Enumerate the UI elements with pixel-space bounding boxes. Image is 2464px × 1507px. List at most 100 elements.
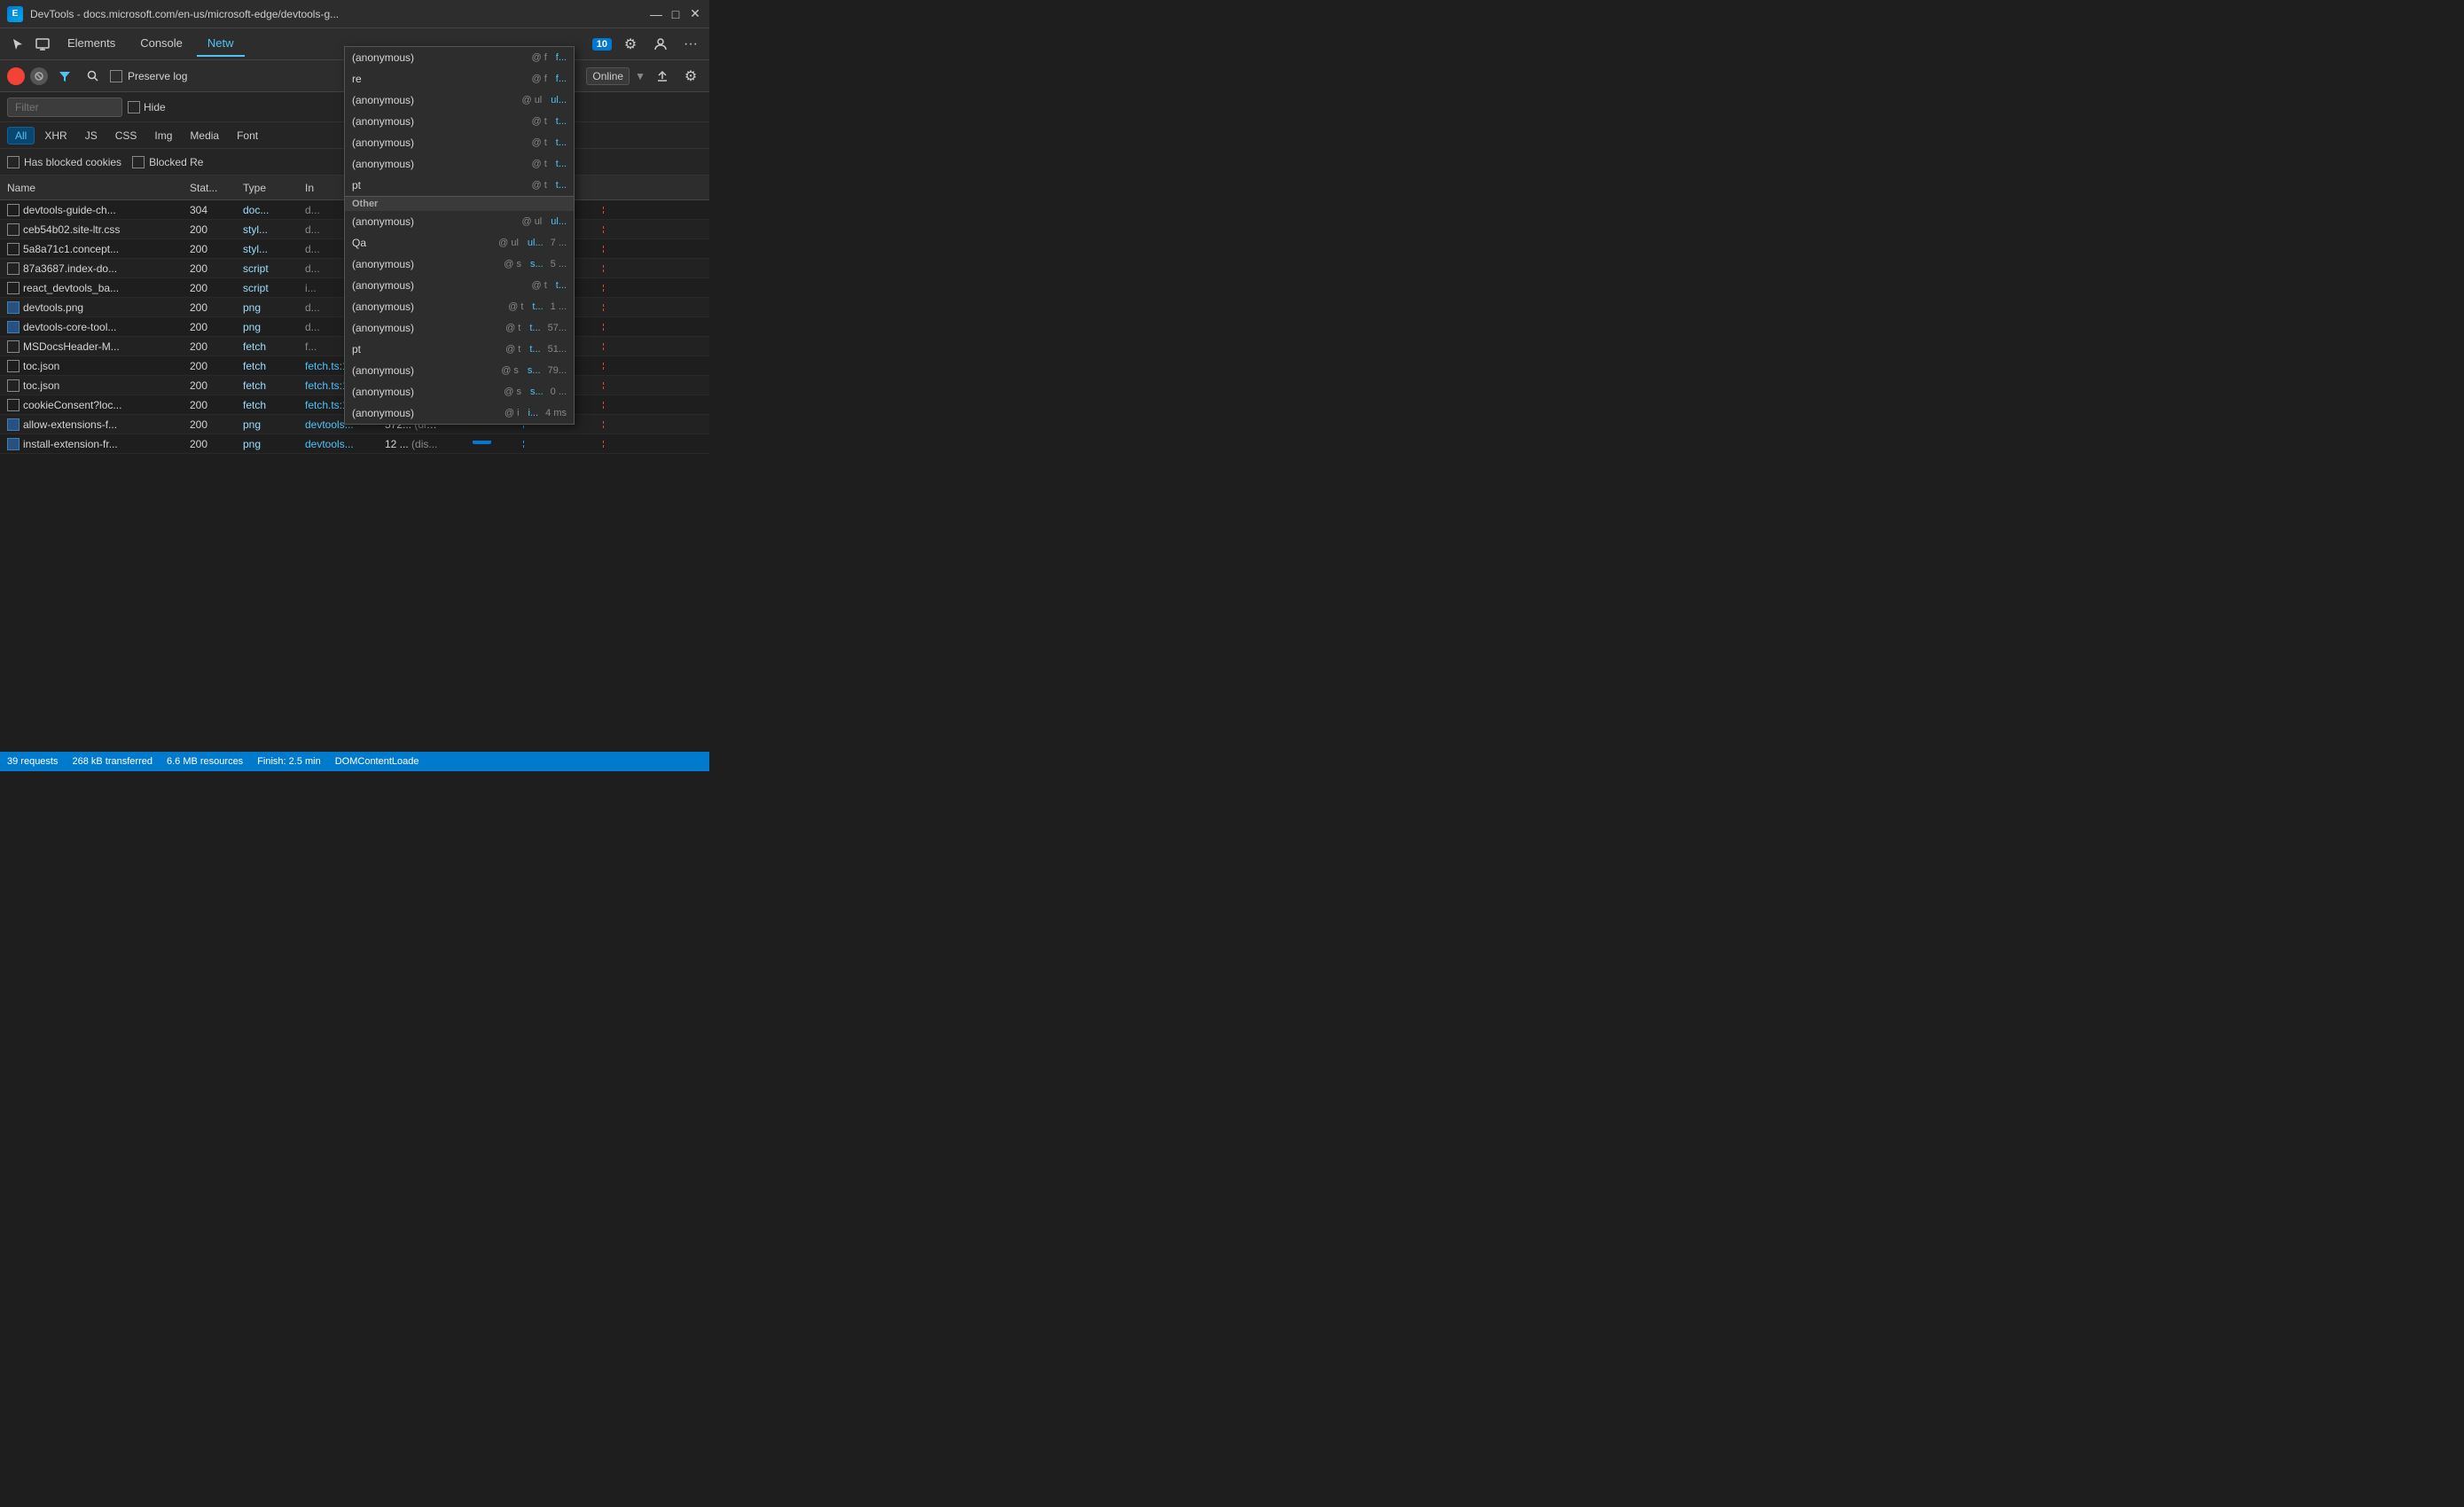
cursor-icon[interactable] (7, 34, 28, 55)
stop-button[interactable] (30, 67, 48, 85)
dropdown-item[interactable]: (anonymous) @ ul ul... (345, 211, 574, 232)
dropdown-item[interactable]: (anonymous) @ t t... (345, 132, 574, 153)
resources-size: 6.6 MB resources (167, 756, 243, 767)
cell-type: script (239, 262, 301, 275)
cell-type: styl... (239, 243, 301, 255)
cell-type: png (239, 438, 301, 450)
cell-name: ceb54b02.site-ltr.css (0, 223, 186, 236)
dropdown-item[interactable]: (anonymous) @ t t... 1 ... (345, 296, 574, 317)
blocked-re-check[interactable]: Blocked Re (132, 156, 203, 168)
minimize-button[interactable]: — (649, 7, 663, 21)
dropdown-item[interactable]: (anonymous) @ ul ul... (345, 90, 574, 111)
dropdown-item[interactable]: (anonymous) @ t t... (345, 275, 574, 296)
file-icon (7, 282, 20, 294)
cell-status: 200 (186, 282, 239, 294)
hide-data-urls-check[interactable]: Hide (128, 101, 166, 113)
blocked-cookies-label: Has blocked cookies (24, 156, 121, 168)
cell-type: doc... (239, 204, 301, 216)
search-icon[interactable] (82, 65, 105, 88)
dropdown-item[interactable]: (anonymous) @ s s... 79... (345, 360, 574, 381)
window-controls: — □ ✕ (649, 7, 702, 21)
hide-label: Hide (144, 101, 166, 113)
filter-input[interactable] (7, 98, 122, 117)
cell-status: 304 (186, 204, 239, 216)
dropdown-item[interactable]: pt @ t t... (345, 175, 574, 196)
upload-icon[interactable] (651, 65, 674, 88)
record-button[interactable] (7, 67, 25, 85)
dropdown-section-other: Other (345, 196, 574, 211)
file-icon (7, 243, 20, 255)
cell-name: devtools.png (0, 301, 186, 314)
preserve-log-label: Preserve log (128, 70, 187, 82)
type-btn-js[interactable]: JS (77, 127, 106, 144)
type-btn-media[interactable]: Media (182, 127, 227, 144)
type-btn-xhr[interactable]: XHR (36, 127, 74, 144)
blocked-re-checkbox[interactable] (132, 156, 145, 168)
dropdown-item[interactable]: re @ f f... (345, 68, 574, 90)
cell-type: fetch (239, 399, 301, 411)
file-icon (7, 399, 20, 411)
cell-waterfall (443, 441, 709, 448)
cell-name: allow-extensions-f... (0, 418, 186, 431)
throttling-select[interactable]: Online (586, 67, 630, 85)
cell-status: 200 (186, 321, 239, 333)
tab-elements[interactable]: Elements (57, 31, 126, 57)
preserve-log-checkbox[interactable] (110, 70, 122, 82)
more-icon[interactable]: ··· (679, 33, 702, 56)
file-icon (7, 360, 20, 372)
cell-type: fetch (239, 360, 301, 372)
file-icon (7, 223, 20, 236)
file-icon (7, 438, 20, 450)
dropdown-item[interactable]: (anonymous) @ t t... (345, 111, 574, 132)
cell-name: cookieConsent?loc... (0, 399, 186, 411)
col-header-status[interactable]: Stat... (186, 182, 239, 194)
app-icon: E (7, 6, 23, 22)
transferred-size: 268 kB transferred (72, 756, 153, 767)
close-button[interactable]: ✕ (688, 7, 702, 21)
net-toolbar-right: Online ▼ ⚙ (586, 65, 702, 88)
type-btn-css[interactable]: CSS (107, 127, 145, 144)
blocked-cookies-check[interactable]: Has blocked cookies (7, 156, 121, 168)
dropdown-item[interactable]: (anonymous) @ t t... 57... (345, 317, 574, 339)
type-btn-all[interactable]: All (7, 127, 35, 144)
cell-status: 200 (186, 438, 239, 450)
tab-network[interactable]: Netw (197, 31, 245, 57)
screen-icon[interactable] (32, 34, 53, 55)
dropdown-item[interactable]: (anonymous) @ s s... 5 ... (345, 254, 574, 275)
dropdown-item[interactable]: pt @ t t... 51... (345, 339, 574, 360)
finish-time: Finish: 2.5 min (257, 756, 321, 767)
notification-badge: 10 (592, 38, 612, 51)
dropdown-item[interactable]: (anonymous) @ i i... 4 ms (345, 402, 574, 424)
blocked-re-label: Blocked Re (149, 156, 203, 168)
filter-icon[interactable] (53, 65, 76, 88)
tabs-right-controls: 10 ⚙ ··· (592, 33, 702, 56)
cell-type: png (239, 321, 301, 333)
type-btn-img[interactable]: Img (146, 127, 180, 144)
type-btn-font[interactable]: Font (229, 127, 266, 144)
col-header-type[interactable]: Type (239, 182, 301, 194)
user-icon[interactable] (649, 33, 672, 56)
file-icon (7, 204, 20, 216)
requests-count: 39 requests (7, 756, 58, 767)
cell-name: 87a3687.index-do... (0, 262, 186, 275)
col-header-name[interactable]: Name (0, 182, 186, 194)
cell-type: png (239, 301, 301, 314)
cell-status: 200 (186, 340, 239, 353)
settings-icon[interactable]: ⚙ (619, 33, 642, 56)
dropdown-item[interactable]: (anonymous) @ s s... 0 ... (345, 381, 574, 402)
dropdown-item[interactable]: (anonymous) @ f f... (345, 47, 574, 68)
net-settings-icon[interactable]: ⚙ (679, 65, 702, 88)
cell-type: png (239, 418, 301, 431)
file-icon (7, 418, 20, 431)
cell-name: 5a8a71c1.concept... (0, 243, 186, 255)
hide-checkbox[interactable] (128, 101, 140, 113)
callstack-dropdown: (anonymous) @ f f... re @ f f... (anonym… (344, 46, 575, 425)
cell-status: 200 (186, 360, 239, 372)
dropdown-item[interactable]: Qa @ ul ul... 7 ... (345, 232, 574, 254)
maximize-button[interactable]: □ (669, 7, 683, 21)
blocked-cookies-checkbox[interactable] (7, 156, 20, 168)
table-row[interactable]: install-extension-fr... 200 png devtools… (0, 434, 709, 454)
dropdown-item[interactable]: (anonymous) @ t t... (345, 153, 574, 175)
tab-console[interactable]: Console (129, 31, 193, 57)
cell-status: 200 (186, 243, 239, 255)
